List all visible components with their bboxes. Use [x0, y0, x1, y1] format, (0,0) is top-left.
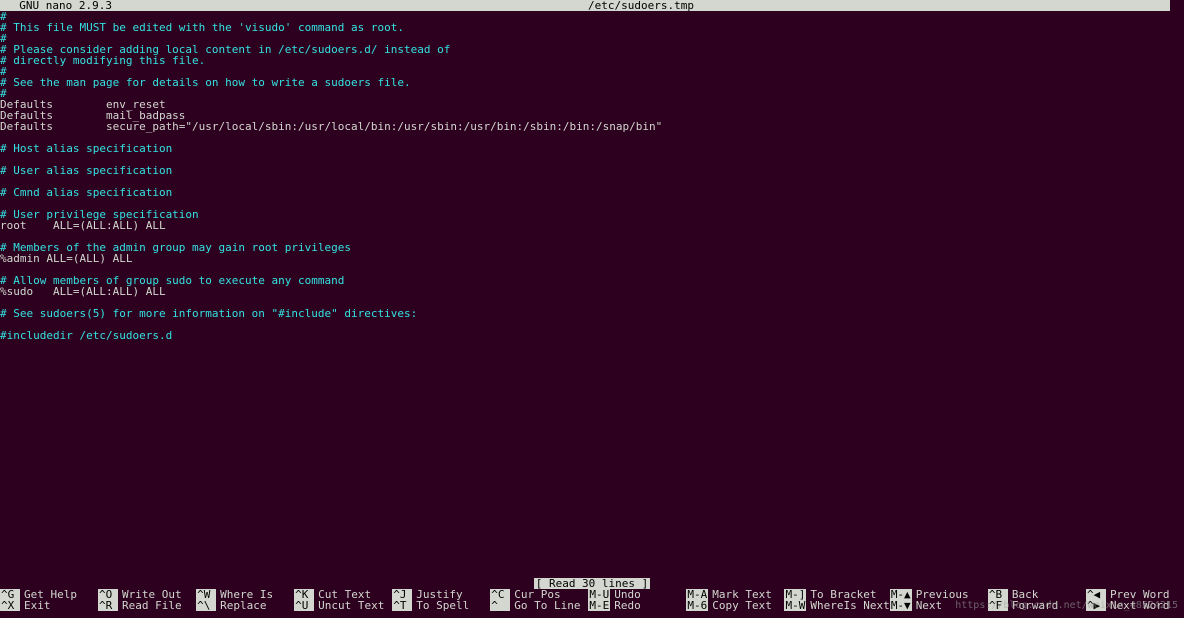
editor-line[interactable]: root ALL=(ALL:ALL) ALL	[0, 220, 1184, 231]
file-path: /etc/sudoers.tmp	[112, 0, 1170, 11]
shortcut-key: ^U	[294, 600, 314, 611]
editor-line[interactable]: # See the man page for details on how to…	[0, 77, 1184, 88]
editor-line[interactable]: # Allow members of group sudo to execute…	[0, 275, 1184, 286]
shortcut-bar: ^GGet Help^XExit^OWrite Out^RRead File^W…	[0, 589, 1184, 611]
shortcut[interactable]: M-E Redo	[588, 600, 686, 611]
editor-area[interactable]: # # This file MUST be edited with the 'vi…	[0, 11, 1184, 341]
editor-line[interactable]	[0, 154, 1184, 165]
editor-line[interactable]: %sudo ALL=(ALL:ALL) ALL	[0, 286, 1184, 297]
shortcut-key: M-W	[784, 600, 806, 611]
shortcut[interactable]: ^U Uncut Text	[294, 600, 392, 611]
shortcut[interactable]: ^_ Go To Line	[490, 600, 588, 611]
shortcut-label: To Spell	[416, 600, 469, 611]
shortcut-key: ^F	[988, 600, 1008, 611]
title-bar: GNU nano 2.9.3 /etc/sudoers.tmp	[0, 0, 1184, 11]
shortcut-label: Next Word	[1110, 600, 1170, 611]
editor-line[interactable]: #	[0, 88, 1184, 99]
editor-line[interactable]	[0, 319, 1184, 330]
editor-line[interactable]: # User alias specification	[0, 165, 1184, 176]
shortcut-label: Replace	[220, 600, 266, 611]
editor-line[interactable]: # This file MUST be edited with the 'vis…	[0, 22, 1184, 33]
shortcut[interactable]: ^\ Replace	[196, 600, 294, 611]
editor-line[interactable]: # Host alias specification	[0, 143, 1184, 154]
editor-line[interactable]: # Members of the admin group may gain ro…	[0, 242, 1184, 253]
editor-line[interactable]: #includedir /etc/sudoers.d	[0, 330, 1184, 341]
editor-line[interactable]: # Cmnd alias specification	[0, 187, 1184, 198]
shortcut[interactable]: M-6 Copy Text	[686, 600, 784, 611]
editor-line[interactable]	[0, 132, 1184, 143]
shortcut-label: Read File	[122, 600, 182, 611]
shortcut-label: Forward	[1012, 600, 1058, 611]
shortcut-label: Copy Text	[712, 600, 772, 611]
shortcut-key: ^T	[392, 600, 412, 611]
shortcut-label: Go To Line	[514, 600, 580, 611]
shortcut-key: ^_	[490, 600, 510, 611]
editor-line[interactable]	[0, 176, 1184, 187]
shortcut-key: ^\	[196, 600, 216, 611]
shortcut-label: Exit	[24, 600, 51, 611]
shortcut[interactable]: ^F Forward	[988, 600, 1086, 611]
shortcut-key: ^R	[98, 600, 118, 611]
shortcut-key: ^▶	[1086, 600, 1106, 611]
shortcut-label: Redo	[614, 600, 641, 611]
shortcut-label: WhereIs Next	[810, 600, 889, 611]
editor-line[interactable]: # See sudoers(5) for more information on…	[0, 308, 1184, 319]
shortcut-key: M-▼	[890, 600, 912, 611]
editor-line[interactable]: # directly modifying this file.	[0, 55, 1184, 66]
shortcut-key: M-E	[588, 600, 610, 611]
title-right-gap	[1170, 0, 1184, 11]
shortcut-label: Next	[916, 600, 943, 611]
shortcut-label: Uncut Text	[318, 600, 384, 611]
shortcut[interactable]: M-▼ Next	[890, 600, 988, 611]
editor-line[interactable]: Defaults secure_path="/usr/local/sbin:/u…	[0, 121, 1184, 132]
editor-line[interactable]: %admin ALL=(ALL) ALL	[0, 253, 1184, 264]
shortcut[interactable]: ^X Exit	[0, 600, 98, 611]
shortcut[interactable]: ^R Read File	[98, 600, 196, 611]
editor-line[interactable]: # User privilege specification	[0, 209, 1184, 220]
shortcut[interactable]: ^▶ Next Word	[1086, 600, 1184, 611]
shortcut[interactable]: M-W WhereIs Next	[784, 600, 889, 611]
shortcut-key: ^X	[0, 600, 20, 611]
shortcut-key: M-6	[686, 600, 708, 611]
app-name: GNU nano 2.9.3	[0, 0, 112, 11]
shortcut[interactable]: ^T To Spell	[392, 600, 490, 611]
